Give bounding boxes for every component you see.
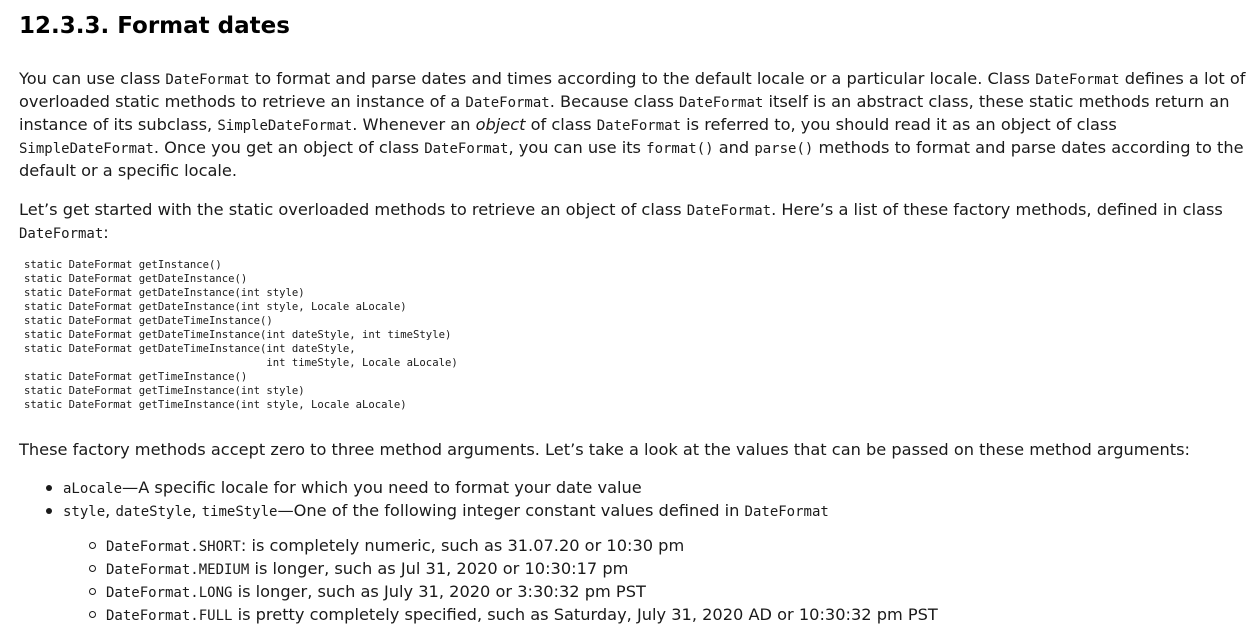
factory-methods-paragraph: Let’s get started with the static overlo…	[19, 200, 1223, 242]
inline-code: parse()	[754, 141, 814, 157]
code-line: static DateFormat getDateTimeInstance(in…	[24, 343, 356, 355]
code-line: static DateFormat getDateTimeInstance(in…	[24, 329, 452, 341]
inline-code: SimpleDateFormat	[217, 118, 353, 134]
inline-code: DateFormat	[465, 95, 550, 111]
inline-code: DateFormat.LONG	[106, 585, 233, 601]
code-listing: static DateFormat getInstance() static D…	[24, 258, 458, 412]
argument-list: aLocale—A specific locale for which you …	[0, 477, 1240, 523]
list-item-short: DateFormat.SHORT: is completely numeric,…	[0, 535, 1240, 558]
inline-code: DateFormat	[1035, 72, 1120, 88]
list-item-full: DateFormat.FULL is pretty completely spe…	[0, 604, 1240, 627]
inline-code: DateFormat	[679, 95, 764, 111]
inline-code: DateFormat	[596, 118, 682, 134]
style-constants-list: DateFormat.SHORT: is completely numeric,…	[0, 535, 1240, 627]
code-line: static DateFormat getInstance()	[24, 259, 222, 271]
inline-code: dateStyle	[115, 504, 192, 520]
code-line: static DateFormat getDateInstance()	[24, 273, 248, 285]
code-line: static DateFormat getTimeInstance()	[24, 371, 248, 383]
code-line: static DateFormat getDateInstance(int st…	[24, 301, 407, 313]
code-line: static DateFormat getDateTimeInstance()	[24, 315, 273, 327]
code-line: static DateFormat getTimeInstance(int st…	[24, 385, 305, 397]
inline-code: format()	[646, 141, 714, 157]
inline-code: DateFormat	[744, 504, 829, 520]
emphasis: object	[475, 115, 526, 134]
document-page: 12.3.3. Format dates You can use class D…	[0, 0, 1260, 631]
code-line: int timeStyle, Locale aLocale)	[24, 357, 458, 369]
list-item-alocale: aLocale—A specific locale for which you …	[0, 477, 1240, 500]
intro-paragraph: You can use class DateFormat to format a…	[19, 69, 1246, 180]
list-item-medium: DateFormat.MEDIUM is longer, such as Jul…	[0, 558, 1240, 581]
code-line: static DateFormat getDateInstance(int st…	[24, 287, 305, 299]
section-heading: 12.3.3. Format dates	[19, 13, 290, 39]
inline-code: style	[63, 504, 106, 520]
inline-code: DateFormat.FULL	[106, 608, 233, 624]
inline-code: DateFormat	[165, 72, 250, 88]
list-item-style: style, dateStyle, timeStyle—One of the f…	[0, 500, 1240, 523]
inline-code: aLocale	[63, 481, 123, 497]
list-item-long: DateFormat.LONG is longer, such as July …	[0, 581, 1240, 604]
code-line: static DateFormat getTimeInstance(int st…	[24, 399, 407, 411]
arguments-paragraph: These factory methods accept zero to thr…	[19, 440, 1190, 459]
inline-code: DateFormat	[424, 141, 509, 157]
inline-code: timeStyle	[201, 504, 278, 520]
inline-code: SimpleDateFormat	[19, 141, 154, 157]
inline-code: DateFormat	[19, 226, 104, 242]
inline-code: DateFormat.SHORT	[106, 539, 241, 555]
inline-code: DateFormat	[686, 203, 772, 219]
inline-code: DateFormat.MEDIUM	[106, 562, 250, 578]
